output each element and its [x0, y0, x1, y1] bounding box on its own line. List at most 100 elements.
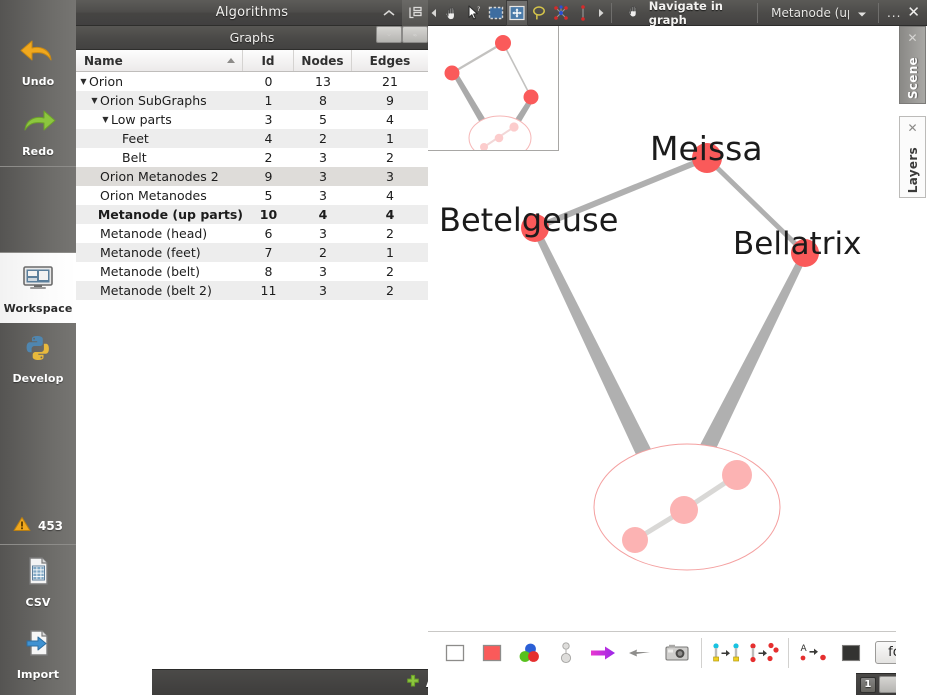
- tree-row-edges-cell: 2: [386, 150, 394, 165]
- tree-row-name: Metanode (head): [100, 226, 208, 241]
- table-row[interactable]: Metanode (belt) 8 3 2: [76, 262, 428, 281]
- graph-edge-betelgeuse-metanode: [531, 226, 653, 459]
- chevron-down-icon[interactable]: ▼: [89, 91, 100, 110]
- table-row[interactable]: Metanode (head) 6 3 2: [76, 224, 428, 243]
- tree-row-id-cell: 11: [260, 283, 277, 298]
- column-header-id-label: Id: [261, 53, 275, 68]
- tree-row-id-cell: 10: [259, 207, 278, 222]
- edge-bend-icon[interactable]: [572, 0, 594, 26]
- algorithms-panel-titlebar: Algorithms: [76, 0, 428, 26]
- table-row[interactable]: Feet 4 2 1: [76, 129, 428, 148]
- column-header-nodes[interactable]: Nodes: [294, 50, 352, 71]
- rail-item-csv[interactable]: CSV: [0, 545, 76, 617]
- close-x-icon[interactable]: ✕: [905, 5, 927, 20]
- graph-nodes-icon[interactable]: [550, 0, 572, 26]
- tree-row-edges-cell: 4: [386, 112, 394, 127]
- graphs-panel-title: Graphs: [229, 30, 275, 45]
- table-row[interactable]: Metanode (up parts) 10 4 4: [76, 205, 428, 224]
- tree-row-name-cell: ▼ Orion SubGraphs: [76, 91, 243, 110]
- rail-item-undo[interactable]: Undo: [0, 26, 76, 96]
- tree-row-nodes-cell: 3: [319, 264, 327, 279]
- tree-row-nodes-cell: 5: [319, 112, 327, 127]
- tree-row-id-cell: 3: [264, 112, 273, 127]
- cursor-select-icon[interactable]: ?: [463, 0, 485, 26]
- rectangle-select-icon[interactable]: [485, 0, 507, 26]
- dock-tab-scene[interactable]: ✕ Scene: [899, 26, 926, 105]
- background-color-swatch[interactable]: [437, 636, 474, 670]
- arrow-left-icon[interactable]: [428, 0, 441, 26]
- graph-selector-dropdown[interactable]: Metanode (up parts): [762, 3, 874, 22]
- tree-row-edges-cell: 1: [386, 131, 394, 146]
- tree-row-edges-cell: 3: [386, 169, 394, 184]
- tree-header-row: Name Id Nodes Edges: [76, 50, 428, 72]
- collapse-up-icon[interactable]: [376, 0, 402, 26]
- snapshot-camera-icon[interactable]: [659, 636, 696, 670]
- close-x-icon[interactable]: ✕: [907, 27, 917, 47]
- sort-ascending-icon: [227, 58, 235, 63]
- table-row[interactable]: Orion Metanodes 5 3 4: [76, 186, 428, 205]
- column-header-name[interactable]: Name: [76, 50, 243, 71]
- right-dock: ✕ Scene ✕ Layers: [896, 26, 927, 695]
- table-row[interactable]: Metanode (feet) 7 2 1: [76, 243, 428, 262]
- chevron-down-icon[interactable]: ▼: [78, 72, 89, 91]
- import-file-arrow-icon: [20, 627, 56, 663]
- rail-item-import-label: Import: [16, 668, 60, 681]
- tree-row-edges-cell: 9: [386, 93, 394, 108]
- table-row[interactable]: Orion Metanodes 2 9 3 3: [76, 167, 428, 186]
- tree-row-id-cell: 2: [264, 150, 273, 165]
- edge-arrow-icon[interactable]: [585, 636, 622, 670]
- graphs-tree-table[interactable]: Name Id Nodes Edges ▼ Orion 0 13 21 ▼ Orion Su…: [76, 50, 428, 695]
- edge-shape-icon[interactable]: [622, 636, 659, 670]
- table-row[interactable]: Metanode (belt 2) 11 3 2: [76, 281, 428, 300]
- table-row[interactable]: Belt 2 3 2: [76, 148, 428, 167]
- rail-item-workspace[interactable]: Workspace: [0, 253, 76, 323]
- navigate-mode-button[interactable]: Navigate in graph: [616, 0, 754, 27]
- tree-row-id-cell: 6: [264, 226, 273, 241]
- graph-view-toolbar: ? Navigate in graph Metanode (u ... ✕: [428, 0, 927, 27]
- graph-overview-minimap[interactable]: [428, 26, 559, 161]
- dock-tab-layers[interactable]: ✕ Layers: [899, 116, 926, 199]
- tree-row-nodes-cell: 2: [319, 245, 327, 260]
- metanode-inner-node-0[interactable]: [622, 527, 648, 553]
- node-size-icon[interactable]: [548, 636, 585, 670]
- table-row[interactable]: ▼ Orion 0 13 21: [76, 72, 428, 91]
- panel-layout-icon[interactable]: [402, 0, 428, 26]
- chevron-down-icon[interactable]: [857, 3, 867, 22]
- algorithms-titlebar-buttons: [376, 0, 428, 26]
- hand-pan-icon[interactable]: [441, 0, 463, 26]
- graph-node-label-meissa: Meissa: [650, 128, 763, 168]
- graph-canvas[interactable]: Meissa Betelgeuse Bellatrix: [428, 26, 927, 629]
- arrow-right-icon[interactable]: [594, 0, 607, 26]
- toolbar-overflow-button[interactable]: ...: [883, 6, 905, 20]
- tree-row-name: Metanode (feet): [100, 245, 201, 260]
- chevron-down-icon[interactable]: ▼: [100, 110, 111, 129]
- python-logo-icon: [18, 333, 58, 367]
- tree-row-name-cell: Metanode (feet): [76, 243, 243, 262]
- move-node-icon[interactable]: [506, 0, 529, 26]
- tree-row-name: Belt: [122, 150, 147, 165]
- tree-row-name-cell: Metanode (up parts): [76, 205, 243, 224]
- left-icon-rail: Undo Redo Workspace Develop 453 CSV Impo…: [0, 0, 76, 695]
- distribute-nodes-icon[interactable]: [745, 636, 782, 670]
- table-row[interactable]: ▼ Low parts 3 5 4: [76, 110, 428, 129]
- table-row[interactable]: ▼ Orion SubGraphs 1 8 9: [76, 91, 428, 110]
- metanode-inner-node-2[interactable]: [722, 460, 752, 490]
- label-mapping-icon[interactable]: A: [795, 636, 832, 670]
- render-toolbar-separator-1: [701, 637, 703, 668]
- close-x-icon[interactable]: ✕: [907, 117, 917, 137]
- rail-item-redo[interactable]: Redo: [0, 96, 76, 166]
- color-mapping-icon[interactable]: [511, 636, 548, 670]
- lasso-magic-icon[interactable]: [528, 0, 550, 26]
- rail-warning-indicator[interactable]: 453: [0, 510, 76, 545]
- column-header-id[interactable]: Id: [243, 50, 294, 71]
- label-color-swatch[interactable]: [832, 636, 869, 670]
- align-nodes-icon[interactable]: [708, 636, 745, 670]
- tree-row-edges-cell: 21: [382, 74, 398, 89]
- link-chain-icon[interactable]: [402, 26, 428, 43]
- collapse-down-icon[interactable]: [376, 26, 402, 43]
- rail-item-import[interactable]: Import: [0, 617, 76, 695]
- rail-item-develop[interactable]: Develop: [0, 323, 76, 393]
- node-color-swatch[interactable]: [474, 636, 511, 670]
- metanode-inner-node-1[interactable]: [670, 496, 698, 524]
- column-header-edges[interactable]: Edges: [352, 50, 428, 71]
